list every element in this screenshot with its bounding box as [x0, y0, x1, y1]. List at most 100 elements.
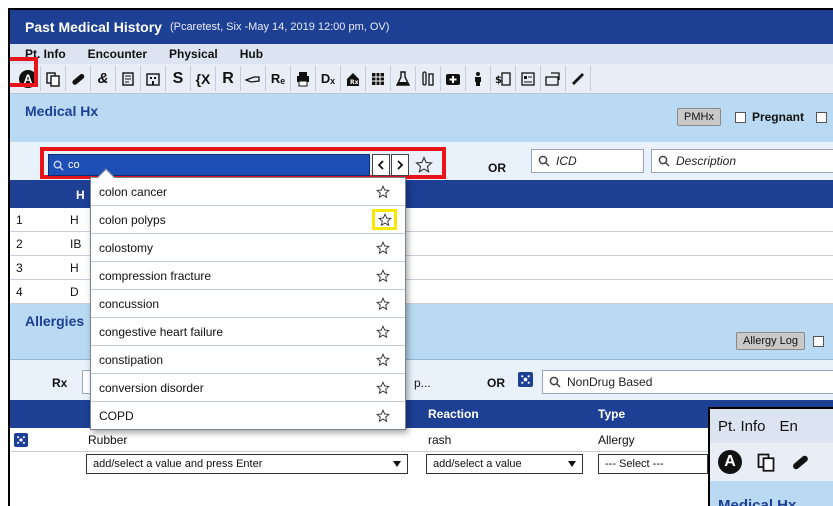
- type-select-placeholder: --- Select ---: [605, 458, 664, 470]
- dx-button[interactable]: Dₓ: [316, 66, 341, 91]
- search-input-value: co: [68, 159, 80, 171]
- star-outline-icon[interactable]: [375, 268, 391, 284]
- fax-button[interactable]: [541, 66, 566, 91]
- building-button[interactable]: [141, 66, 166, 91]
- chevron-left-icon: [377, 160, 384, 170]
- star-outline-icon[interactable]: [375, 240, 391, 256]
- tubes-button[interactable]: [416, 66, 441, 91]
- window-title: Past Medical History: [25, 19, 162, 35]
- notes-icon: [122, 71, 134, 86]
- dropdown-item-label: compression fracture: [99, 268, 212, 283]
- rx-partial-text: p...: [414, 376, 431, 390]
- building-icon: [146, 72, 160, 86]
- dropdown-item-congestive-heart-failure[interactable]: congestive heart failure: [91, 318, 405, 346]
- toolbar: A & S {X R Rₑ Dₓ Rx $: [10, 64, 833, 94]
- nondrug-search-input[interactable]: NonDrug Based: [542, 370, 833, 394]
- star-outline-icon[interactable]: [375, 184, 391, 200]
- sign-button[interactable]: [566, 66, 591, 91]
- fx-button[interactable]: {X: [191, 66, 216, 91]
- search-prev-button[interactable]: [372, 154, 390, 176]
- dropdown-item-conversion-disorder[interactable]: conversion disorder: [91, 374, 405, 402]
- menu-hub[interactable]: Hub: [240, 47, 263, 61]
- nondrug-icon-button[interactable]: [518, 372, 533, 387]
- grid-button[interactable]: [366, 66, 391, 91]
- notes-button[interactable]: [116, 66, 141, 91]
- dropdown-item-label: colon cancer: [99, 184, 168, 199]
- pmhx-button[interactable]: PMHx: [677, 108, 721, 126]
- ampersand-button[interactable]: &: [91, 66, 116, 91]
- dropdown-item-colon-cancer[interactable]: colon cancer: [91, 178, 405, 206]
- search-favorite-button[interactable]: [412, 154, 436, 176]
- svg-text:Rx: Rx: [350, 79, 359, 86]
- dropdown-item-compression-fracture[interactable]: compression fracture: [91, 262, 405, 290]
- type-select[interactable]: --- Select ---: [598, 454, 708, 474]
- dropdown-item-label: colostomy: [99, 240, 154, 255]
- column-header-reaction: Reaction: [428, 407, 479, 421]
- dropdown-arrow-icon: [393, 461, 401, 467]
- star-outline-icon: [415, 156, 433, 173]
- search-icon: [53, 160, 64, 171]
- grid-icon: [372, 72, 384, 85]
- star-outline-icon[interactable]: [372, 209, 397, 230]
- dropdown-item-label: concussion: [99, 296, 160, 311]
- zoom-inset: Pt. Info En A Medical Hx: [708, 407, 833, 506]
- search-icon: [538, 155, 550, 167]
- medical-hx-actions: PMHx Pregnant: [677, 108, 827, 126]
- allergies-checkbox[interactable]: [813, 335, 825, 347]
- menu-encounter[interactable]: Encounter: [88, 47, 147, 61]
- dropdown-item-colon-polyps[interactable]: colon polyps: [91, 206, 405, 234]
- allergy-type: Allergy: [598, 433, 635, 447]
- pregnant-checkbox[interactable]: [734, 111, 746, 123]
- row-text: IB: [70, 236, 82, 251]
- dropdown-item-label: constipation: [99, 352, 164, 367]
- dropdown-item-label: COPD: [99, 409, 134, 423]
- hand-icon: [245, 75, 260, 83]
- star-outline-icon[interactable]: [375, 296, 391, 312]
- form-icon: [521, 71, 535, 86]
- dropdown-item-colostomy[interactable]: colostomy: [91, 234, 405, 262]
- allergy-a-icon: A: [718, 450, 742, 474]
- hand-button[interactable]: [241, 66, 266, 91]
- s-button[interactable]: S: [166, 66, 191, 91]
- lab-button[interactable]: [391, 66, 416, 91]
- billing-button[interactable]: $: [491, 66, 516, 91]
- medical-hx-search-input[interactable]: co: [48, 154, 370, 176]
- medical-kit-button[interactable]: [441, 66, 466, 91]
- description-search-input[interactable]: Description: [651, 149, 833, 173]
- star-outline-icon[interactable]: [375, 324, 391, 340]
- printer-button[interactable]: [291, 66, 316, 91]
- dropdown-item-copd[interactable]: COPD: [91, 402, 405, 430]
- autocomplete-dropdown: colon cancer colon polyps colostomy comp…: [90, 168, 406, 430]
- add-allergy-select[interactable]: add/select a value and press Enter: [86, 454, 408, 474]
- dropdown-arrow-icon: [568, 461, 576, 467]
- star-outline-icon[interactable]: [375, 352, 391, 368]
- dropdown-item-concussion[interactable]: concussion: [91, 290, 405, 318]
- row-text: H: [70, 260, 79, 275]
- copy-button[interactable]: [41, 66, 66, 91]
- icd-search-input[interactable]: ICD: [531, 149, 644, 173]
- re-button[interactable]: Rₑ: [266, 66, 291, 91]
- star-outline-icon[interactable]: [375, 380, 391, 396]
- allergy-log-button[interactable]: Allergy Log: [736, 332, 806, 350]
- app-window: Past Medical History (Pcaretest, Six -Ma…: [8, 8, 833, 506]
- nondrug-placeholder: NonDrug Based: [567, 375, 653, 389]
- rx-home-button[interactable]: Rx: [341, 66, 366, 91]
- dropdown-item-constipation[interactable]: constipation: [91, 346, 405, 374]
- add-reaction-select[interactable]: add/select a value: [426, 454, 583, 474]
- allergies-title: Allergies: [25, 312, 85, 329]
- row-number: 1: [16, 212, 23, 227]
- menu-bar: Pt. Info Encounter Physical Hub: [10, 44, 833, 64]
- dropdown-item-label: conversion disorder: [99, 380, 204, 395]
- form-button[interactable]: [516, 66, 541, 91]
- pill-button[interactable]: [66, 66, 91, 91]
- inset-menu-partial: En: [779, 417, 798, 435]
- r-button[interactable]: R: [216, 66, 241, 91]
- menu-physical[interactable]: Physical: [169, 47, 218, 61]
- copy-icon: [757, 453, 775, 472]
- extra-checkbox[interactable]: [815, 111, 827, 123]
- row-text: H: [70, 212, 79, 227]
- person-button[interactable]: [466, 66, 491, 91]
- star-outline-icon[interactable]: [375, 408, 391, 424]
- search-next-button[interactable]: [391, 154, 409, 176]
- pill-icon: [792, 455, 808, 470]
